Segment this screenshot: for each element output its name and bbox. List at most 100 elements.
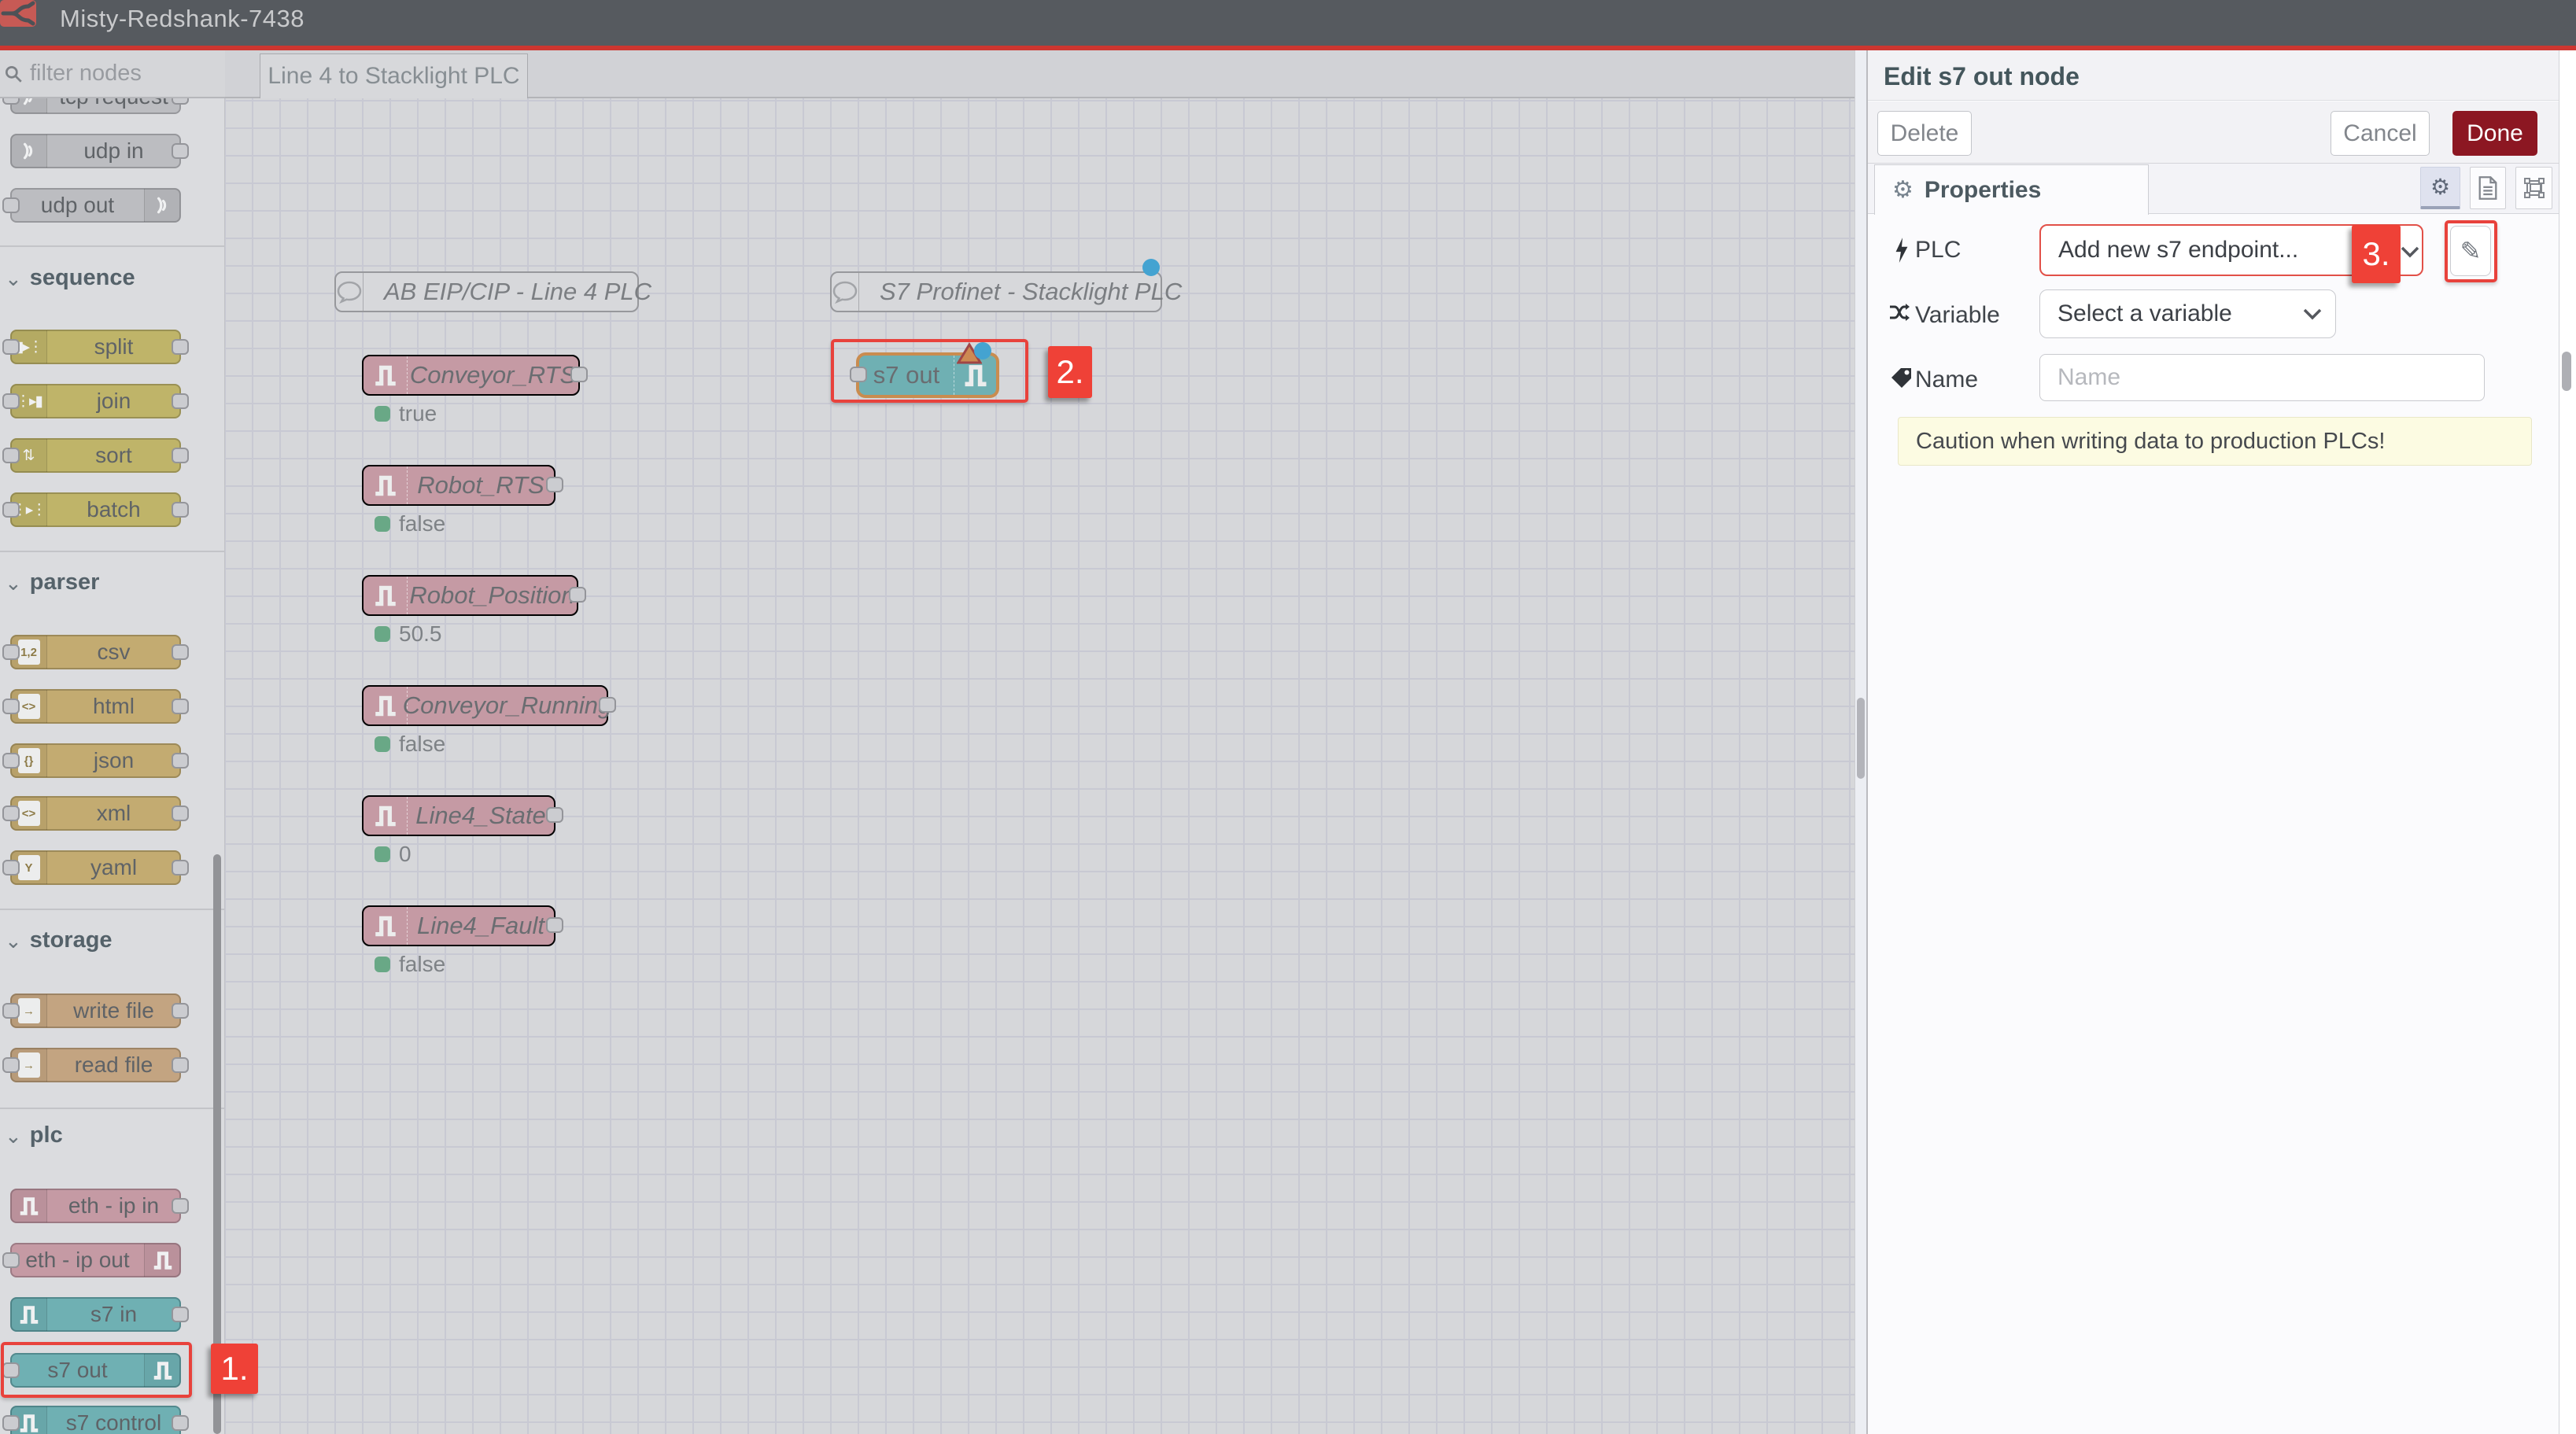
variable-select[interactable]: Select a variable — [2039, 289, 2336, 338]
palette-item-yaml[interactable]: Y yaml — [10, 850, 181, 885]
palette-item-udp-in[interactable]: udp in — [10, 134, 181, 168]
flow-node-line4-fault[interactable]: Line4_Fault — [362, 905, 555, 946]
category-parser[interactable]: ⌄ parser — [5, 570, 99, 595]
palette-item-csv[interactable]: 1,2 csv — [10, 635, 181, 669]
gear-icon: ⚙ — [2430, 174, 2450, 200]
palette-item-label: csv — [48, 636, 179, 668]
shuffle-icon — [1888, 302, 1910, 323]
category-sequence[interactable]: ⌄ sequence — [5, 265, 135, 291]
palette-item-read-file[interactable]: → read file — [10, 1048, 181, 1082]
input-port — [2, 1415, 20, 1431]
pulse-icon — [364, 577, 408, 614]
status-text: true — [399, 401, 437, 426]
document-icon — [2477, 175, 2499, 201]
flow-node-robot-position[interactable]: Robot_Position — [362, 575, 578, 616]
annotation-badge-step1: 1. — [211, 1344, 258, 1394]
palette-item-udp-out[interactable]: udp out — [10, 188, 181, 223]
delete-button[interactable]: Delete — [1877, 111, 1972, 156]
flow-node-conveyor-rts[interactable]: Conveyor_RTS — [362, 355, 580, 396]
category-divider — [0, 1108, 225, 1109]
output-port[interactable] — [546, 477, 563, 492]
flow-canvas[interactable]: AB EIP/CIP - Line 4 PLC S7 Profinet - St… — [225, 98, 1854, 1434]
annotation-box-pencil — [2445, 220, 2497, 282]
node-status: 50.5 — [375, 621, 442, 647]
tag-icon — [1890, 367, 1914, 389]
chevron-down-icon: ⌄ — [5, 275, 22, 282]
category-plc[interactable]: ⌄ plc — [5, 1123, 63, 1148]
input-port — [2, 699, 20, 714]
canvas-scrollbar-thumb[interactable] — [1857, 698, 1865, 779]
node-palette: tcp request udp in udp out ⌄ sequence ▮▸… — [0, 50, 225, 1434]
palette-item-eth-ip-in[interactable]: eth - ip in — [10, 1189, 181, 1223]
pulse-icon — [364, 907, 408, 945]
done-button[interactable]: Done — [2452, 111, 2537, 156]
palette-item-s7-control[interactable]: s7 control — [10, 1406, 181, 1434]
variable-select-value: Select a variable — [2057, 300, 2232, 327]
category-storage[interactable]: ⌄ storage — [5, 927, 113, 953]
flow-node-robot-rts[interactable]: Robot_RTS — [362, 465, 555, 506]
tab-properties[interactable]: ⚙ Properties — [1874, 164, 2149, 215]
palette-item-eth-ip-out[interactable]: eth - ip out — [10, 1243, 181, 1277]
cancel-button[interactable]: Cancel — [2331, 111, 2430, 156]
palette-item-write-file[interactable]: → write file — [10, 993, 181, 1028]
output-port — [172, 860, 189, 876]
input-port — [2, 502, 20, 518]
palette-item-json[interactable]: {} json — [10, 743, 181, 778]
annotation-badge-step2: 2. — [1048, 346, 1092, 398]
output-port[interactable] — [546, 917, 563, 933]
plc-field-label: PLC — [1915, 237, 1961, 264]
node-red-editor: Misty-Redshank-7438 Line 4 to Stacklight… — [0, 0, 2576, 1434]
canvas-scrollbar[interactable] — [1854, 50, 1866, 1434]
output-port — [172, 753, 189, 769]
palette-filter-input[interactable]: filter nodes — [30, 61, 142, 87]
pulse-icon — [11, 1189, 47, 1222]
pulse-icon — [11, 1298, 47, 1331]
palette-item-html[interactable]: <> html — [10, 689, 181, 724]
flow-node-line4-state[interactable]: Line4_State — [362, 795, 555, 836]
tab-line4-to-stacklight-plc[interactable]: Line 4 to Stacklight PLC — [260, 53, 528, 98]
palette-item-sort[interactable]: ⇅ sort — [10, 438, 181, 473]
status-text: 0 — [399, 842, 411, 867]
pulse-icon — [364, 687, 408, 724]
tray-scrollbar[interactable] — [2559, 50, 2576, 1434]
pulse-icon — [364, 356, 408, 394]
input-port — [2, 1057, 20, 1073]
palette-item-xml[interactable]: <> xml — [10, 796, 181, 831]
output-port[interactable] — [599, 697, 616, 713]
palette-item-label: read file — [48, 1049, 179, 1081]
output-port[interactable] — [546, 807, 563, 823]
category-divider — [0, 245, 225, 247]
node-status: false — [375, 732, 445, 757]
flow-node-conveyor-running[interactable]: Conveyor_Running — [362, 685, 608, 726]
name-input[interactable]: Name — [2039, 354, 2485, 401]
output-port — [172, 1307, 189, 1322]
input-port — [2, 644, 20, 660]
description-view-button[interactable] — [2470, 167, 2506, 209]
network-arcs-icon — [11, 135, 47, 168]
tray-scrollbar-thumb[interactable] — [2562, 352, 2571, 391]
node-label: Line4_Fault — [408, 907, 554, 945]
annotation-box-step1 — [1, 1342, 192, 1398]
comment-node[interactable]: S7 Profinet - Stacklight PLC — [830, 271, 1162, 312]
annotation-box-step2 — [831, 339, 1028, 403]
status-text: false — [399, 511, 445, 536]
output-port[interactable] — [570, 367, 588, 382]
output-port — [172, 1415, 189, 1431]
pulse-icon — [364, 466, 408, 504]
tray-title: Edit s7 out node — [1884, 62, 2080, 91]
properties-view-button[interactable]: ⚙ — [2420, 167, 2460, 209]
category-label: sequence — [30, 265, 135, 291]
palette-item-s7-in[interactable]: s7 in — [10, 1297, 181, 1332]
changed-dot — [1142, 259, 1160, 276]
status-dot — [375, 957, 390, 972]
appearance-view-button[interactable] — [2515, 167, 2552, 209]
palette-item-join[interactable]: ⋮▸▮ join — [10, 384, 181, 418]
node-label: Robot_Position — [408, 577, 577, 614]
palette-item-split[interactable]: ▮▸⋮ split — [10, 330, 181, 364]
status-dot — [375, 736, 390, 752]
comment-node[interactable]: AB EIP/CIP - Line 4 PLC — [334, 271, 639, 312]
palette-item-batch[interactable]: ⋮▸⋮ batch — [10, 492, 181, 527]
palette-item-label: json — [48, 745, 179, 776]
name-field-label: Name — [1915, 367, 1978, 393]
output-port[interactable] — [569, 587, 586, 603]
